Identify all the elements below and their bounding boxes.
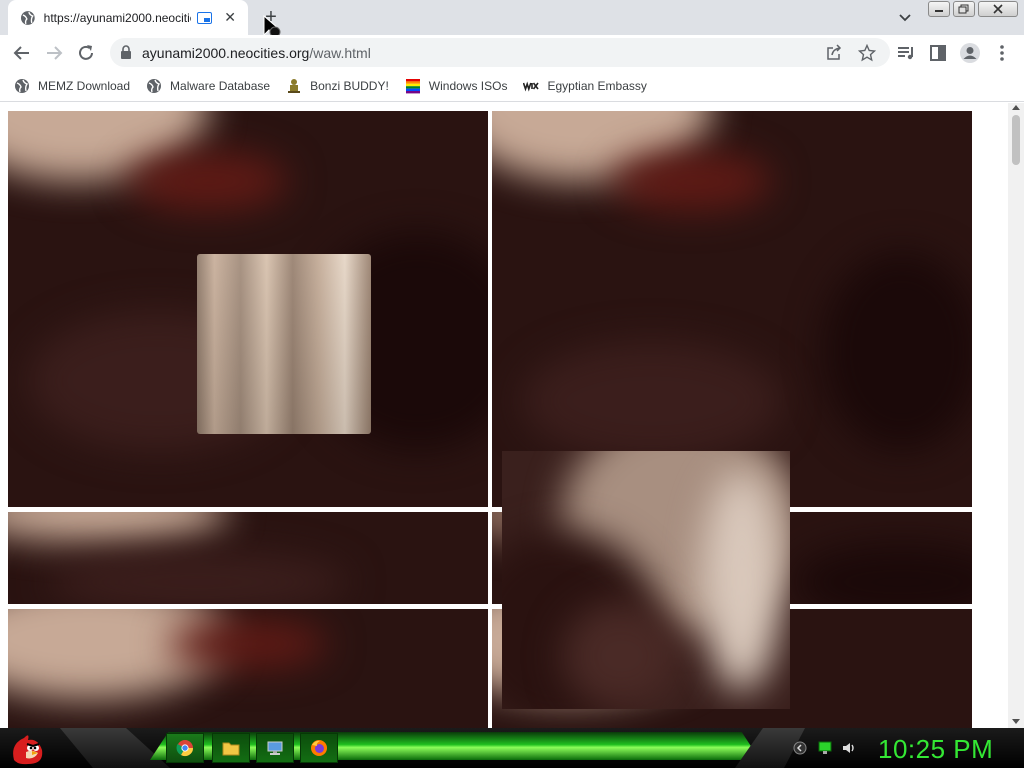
taskbar-firefox-button[interactable] (300, 733, 338, 763)
firefox-icon (311, 740, 327, 756)
tab-search-chevron-icon[interactable] (896, 8, 914, 26)
taskbar-chrome-button[interactable] (166, 733, 204, 763)
bookmark-label: Malware Database (170, 78, 271, 93)
bookmark-windows-isos[interactable]: Windows ISOs (405, 78, 508, 94)
kebab-menu-icon[interactable] (990, 41, 1014, 65)
bookmark-memz-download[interactable]: MEMZ Download (14, 78, 130, 94)
bookmark-bonzi-buddy[interactable]: Bonzi BUDDY! (286, 78, 389, 94)
lock-icon[interactable] (120, 45, 132, 59)
taskbar-decoration (60, 728, 170, 768)
bookmark-label: Windows ISOs (428, 78, 508, 93)
globe-icon (147, 78, 162, 93)
video-tile (8, 609, 488, 728)
browser-tab[interactable]: https://ayunami2000.neocities.org/waw.ht… (8, 0, 248, 35)
vertical-scrollbar[interactable] (1008, 103, 1024, 728)
taskbar-clock[interactable]: 10:25 PM (878, 734, 993, 765)
share-icon[interactable] (825, 44, 843, 62)
bonzi-icon (288, 78, 301, 93)
media-controls-icon[interactable] (894, 41, 918, 65)
url-text[interactable]: ayunami2000.neocities.org/waw.html (142, 45, 371, 61)
bookmark-label: Egyptian Embassy (547, 78, 647, 93)
wix-icon (523, 80, 540, 92)
reload-icon[interactable] (74, 41, 98, 65)
bookmark-label: MEMZ Download (38, 78, 131, 93)
floating-video-tile (197, 254, 371, 434)
video-tile (8, 512, 488, 604)
network-monitor-icon[interactable] (818, 741, 832, 755)
taskbar-computer-button[interactable] (256, 733, 294, 763)
globe-icon (20, 10, 35, 25)
chrome-icon (176, 740, 194, 757)
forward-arrow-icon[interactable] (42, 41, 66, 65)
scroll-down-arrow-icon[interactable] (1012, 719, 1020, 724)
minimize-button[interactable] (928, 1, 950, 17)
tray-arrow-icon[interactable] (793, 741, 807, 755)
tab-strip: https://ayunami2000.neocities.org/waw.ht… (0, 0, 1024, 39)
address-bar[interactable]: ayunami2000.neocities.org/waw.html (110, 38, 890, 67)
explorer-icon (222, 742, 240, 756)
url-host: ayunami2000.neocities.org (142, 45, 310, 61)
browser-toolbar: ayunami2000.neocities.org/waw.html (0, 35, 1024, 70)
bookmarks-bar: MEMZ Download Malware Database Bonzi BUD… (0, 70, 1024, 102)
url-path: /waw.html (309, 45, 371, 61)
bookmark-egyptian-embassy[interactable]: Egyptian Embassy (523, 78, 647, 94)
close-icon (993, 4, 1003, 14)
picture-in-picture-icon[interactable] (196, 11, 213, 24)
restore-icon (958, 4, 969, 14)
close-tab-icon[interactable]: ✕ (222, 9, 238, 26)
volume-speaker-icon[interactable] (842, 741, 856, 755)
computer-icon (267, 741, 283, 755)
side-panel-icon[interactable] (926, 41, 950, 65)
bookmark-star-icon[interactable] (858, 44, 876, 62)
close-window-button[interactable] (978, 1, 1018, 17)
back-arrow-icon[interactable] (10, 41, 34, 65)
windows-flag-icon (405, 78, 420, 93)
floating-video-tile (502, 451, 790, 709)
profile-avatar-icon[interactable] (958, 41, 982, 65)
minimize-icon (935, 10, 943, 12)
taskbar-explorer-button[interactable] (212, 733, 250, 763)
globe-icon (15, 78, 29, 93)
restore-button[interactable] (953, 1, 975, 17)
start-button-angry-bird-icon[interactable] (8, 730, 46, 766)
bookmark-malware-database[interactable]: Malware Database (146, 78, 270, 94)
tab-title: https://ayunami2000.neocities.org/waw.ht… (43, 10, 191, 25)
scroll-up-arrow-icon[interactable] (1012, 105, 1020, 110)
scrollbar-thumb[interactable] (1012, 115, 1020, 165)
page-content (0, 103, 1008, 728)
video-tile (492, 111, 972, 507)
bookmark-label: Bonzi BUDDY! (310, 78, 389, 93)
taskbar: 10:25 PM (0, 728, 1024, 768)
